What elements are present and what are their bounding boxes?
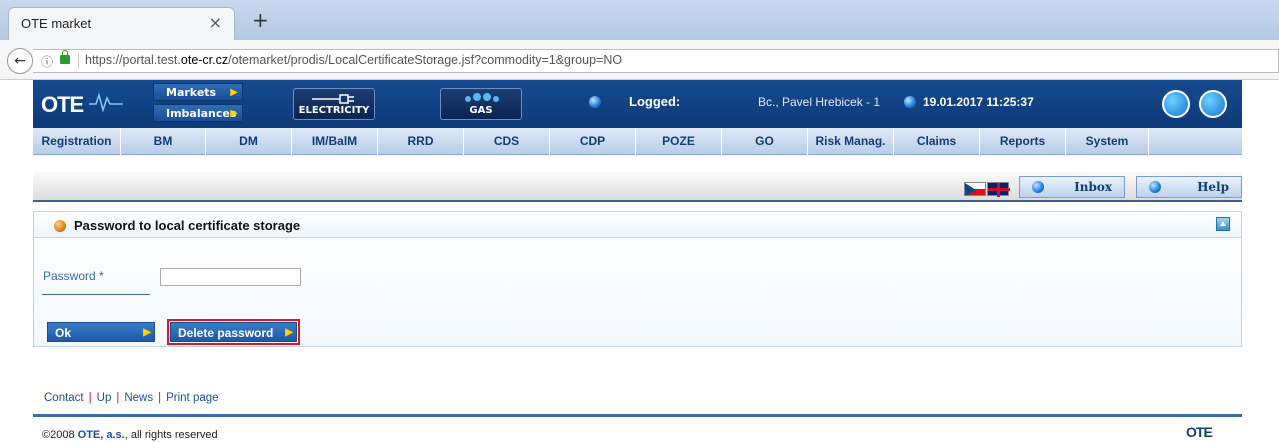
nav-item-risk-manag[interactable]: Risk Manag. — [808, 128, 894, 155]
copyright: ©2008 OTE, a.s., all rights reserved — [42, 429, 218, 441]
gas-button[interactable]: GAS — [440, 88, 522, 120]
window-icon[interactable] — [1199, 90, 1227, 118]
browser-toolbar: ← ⓘ https://portal.test.ote-cr.cz/otemar… — [0, 40, 1279, 80]
nav-item-claims[interactable]: Claims — [894, 128, 980, 155]
arrow-right-icon: ▶ — [143, 327, 151, 338]
imbalances-button[interactable]: Imbalances ▶ — [153, 104, 243, 122]
password-label: Password * — [43, 269, 104, 283]
close-tab-icon[interactable]: × — [209, 13, 222, 32]
inbox-button[interactable]: Inbox — [1019, 176, 1125, 198]
contact-link[interactable]: Contact — [44, 392, 84, 404]
nav-item-registration[interactable]: Registration — [33, 128, 121, 155]
clock-dot-icon — [904, 96, 916, 108]
separator: | — [116, 392, 120, 404]
gas-drops-icon — [465, 93, 499, 102]
nav-item-go[interactable]: GO — [722, 128, 808, 155]
password-field[interactable] — [160, 268, 301, 286]
nav-item-dm[interactable]: DM — [206, 128, 292, 155]
address-bar[interactable]: ⓘ https://portal.test.ote-cr.cz/otemarke… — [33, 49, 1279, 73]
markets-button[interactable]: Markets ▶ — [153, 83, 243, 101]
url-divider — [78, 53, 79, 69]
nav-item-im-balm[interactable]: IM/BalM — [292, 128, 378, 155]
new-tab-button[interactable]: + — [252, 8, 269, 32]
tab-title: OTE market — [21, 16, 92, 31]
back-arrow-icon[interactable]: ← — [7, 48, 33, 74]
browser-tab[interactable]: OTE market × — [8, 7, 235, 40]
panel-header: Password to local certificate storage — [34, 212, 1241, 238]
nav-item-rrd[interactable]: RRD — [378, 128, 464, 155]
logo-wave-icon — [89, 92, 123, 112]
arrow-right-icon: ▶ — [230, 108, 238, 119]
help-icon — [1149, 181, 1161, 193]
nav-item-bm[interactable]: BM — [121, 128, 206, 155]
browser-tabstrip: OTE market × + — [0, 0, 1279, 40]
company-link[interactable]: OTE, a.s. — [78, 429, 125, 441]
nav-item-poze[interactable]: POZE — [636, 128, 722, 155]
ote-header: OTE Markets ▶ Imbalances ▶ ELECTRICITY GAS… — [33, 80, 1242, 128]
chat-icon[interactable] — [1162, 90, 1190, 118]
print-page-link[interactable]: Print page — [166, 392, 218, 404]
info-icon[interactable]: ⓘ — [41, 53, 53, 70]
delete-password-button[interactable]: Delete password ▶ — [167, 319, 300, 345]
separator: | — [88, 392, 92, 404]
url-text[interactable]: https://portal.test.ote-cr.cz/otemarket/… — [85, 53, 622, 67]
collapse-icon[interactable] — [1216, 217, 1230, 231]
czech-flag-icon[interactable] — [964, 182, 986, 196]
nav-item-cdp[interactable]: CDP — [550, 128, 636, 155]
logged-label: Logged: — [629, 94, 681, 109]
inbox-icon — [1032, 181, 1044, 193]
status-dot-icon — [589, 96, 601, 108]
footer-logo: OTE — [1186, 424, 1213, 440]
up-link[interactable]: Up — [97, 392, 112, 404]
certificate-storage-panel: Password to local certificate storage Pa… — [33, 211, 1242, 347]
footer-divider — [33, 414, 1242, 417]
lock-icon[interactable] — [60, 50, 70, 64]
panel-title: Password to local certificate storage — [74, 218, 301, 233]
uk-flag-icon[interactable] — [987, 182, 1010, 197]
user-name: Bc., Pavel Hrebicek - 1 — [758, 95, 881, 109]
ote-logo[interactable]: OTE — [41, 92, 84, 118]
arrow-right-icon: ▶ — [285, 327, 293, 338]
page-toolbar: Inbox Help — [33, 172, 1242, 202]
panel-bullet-icon — [54, 220, 66, 232]
main-nav: Registration BM DM IM/BalM RRD CDS CDP P… — [33, 128, 1242, 155]
arrow-right-icon: ▶ — [230, 87, 238, 98]
nav-item-cds[interactable]: CDS — [464, 128, 550, 155]
electricity-button[interactable]: ELECTRICITY — [293, 88, 375, 120]
plug-icon — [312, 94, 354, 104]
datetime: 19.01.2017 11:25:37 — [923, 95, 1034, 109]
label-underline — [42, 294, 150, 295]
help-button[interactable]: Help — [1136, 176, 1242, 198]
nav-item-reports[interactable]: Reports — [980, 128, 1066, 155]
separator: | — [158, 392, 162, 404]
footer-links: Contact | Up | News | Print page — [44, 392, 219, 404]
nav-item-system[interactable]: System — [1066, 128, 1149, 155]
ok-button[interactable]: Ok ▶ — [47, 322, 155, 342]
news-link[interactable]: News — [124, 392, 153, 404]
